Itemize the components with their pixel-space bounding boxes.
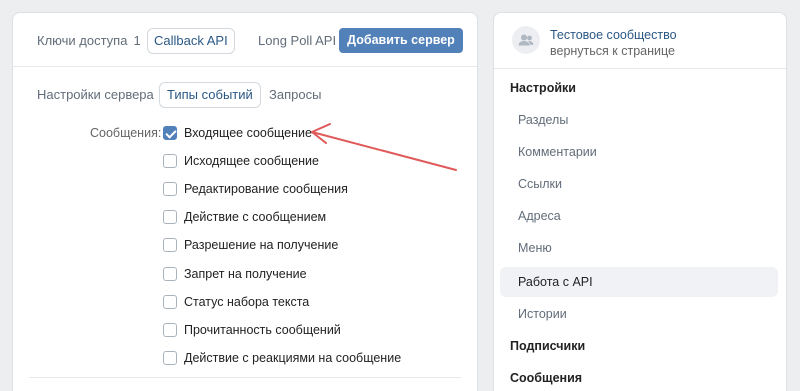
- community-header[interactable]: Тестовое сообщество вернуться к странице: [494, 13, 786, 69]
- callback-api-panel: Ключи доступа 1 Callback API Long Poll AP…: [12, 12, 478, 391]
- checkbox-unchecked[interactable]: [163, 350, 177, 365]
- add-server-button[interactable]: Добавить сервер: [339, 28, 463, 53]
- event-label: Входящее сообщение: [184, 126, 312, 140]
- sidebar-item[interactable]: Адреса: [500, 201, 778, 231]
- tab-access-keys-label: Ключи доступа: [37, 33, 128, 48]
- tab-server-settings[interactable]: Настройки сервера: [37, 82, 154, 108]
- checkbox-unchecked[interactable]: [163, 294, 177, 309]
- event-label: Исходящее сообщение: [184, 154, 319, 169]
- checkbox-unchecked[interactable]: [163, 154, 177, 169]
- tab-requests[interactable]: Запросы: [269, 82, 321, 108]
- event-checkbox-row[interactable]: Статус набора текста: [163, 293, 309, 311]
- tab-access-keys[interactable]: Ключи доступа 1: [37, 28, 141, 54]
- event-checkbox-row[interactable]: Входящее сообщение: [163, 124, 312, 142]
- sidebar-item[interactable]: Работа с API: [500, 267, 778, 297]
- tab-long-poll-api[interactable]: Long Poll API: [258, 28, 336, 54]
- event-label: Редактирование сообщения: [184, 182, 348, 197]
- checkbox-unchecked[interactable]: [163, 238, 177, 253]
- api-tabs: Ключи доступа 1 Callback API Long Poll AP…: [13, 13, 477, 67]
- back-to-page-link[interactable]: вернуться к странице: [550, 44, 675, 58]
- sidebar-item[interactable]: Истории: [500, 299, 778, 329]
- checkbox-unchecked[interactable]: [163, 322, 177, 337]
- community-name[interactable]: Тестовое сообщество: [550, 28, 677, 42]
- sidebar-item[interactable]: Сообщения: [500, 363, 778, 391]
- event-checkbox-row[interactable]: Исходящее сообщение: [163, 152, 319, 170]
- checkbox-unchecked[interactable]: [163, 182, 177, 197]
- checkbox-unchecked[interactable]: [163, 266, 177, 281]
- access-keys-count: 1: [133, 33, 141, 48]
- event-checkbox-row[interactable]: Разрешение на получение: [163, 236, 338, 254]
- tab-callback-api[interactable]: Callback API: [147, 28, 235, 54]
- event-checkbox-row[interactable]: Действие с сообщением: [163, 208, 326, 226]
- event-checkbox-row[interactable]: Запрет на получение: [163, 265, 307, 283]
- settings-sidebar: Тестовое сообщество вернуться к странице…: [493, 12, 787, 391]
- sidebar-item[interactable]: Ссылки: [500, 169, 778, 199]
- event-label: Действие с сообщением: [184, 210, 327, 225]
- sidebar-item[interactable]: Настройки: [500, 73, 778, 103]
- event-checkbox-row[interactable]: Прочитанность сообщений: [163, 321, 341, 339]
- event-label: Прочитанность сообщений: [184, 322, 341, 337]
- sidebar-item[interactable]: Меню: [500, 233, 778, 263]
- sidebar-item[interactable]: Комментарии: [500, 137, 778, 167]
- event-label: Статус набора текста: [184, 294, 310, 309]
- community-users-icon: [512, 26, 540, 54]
- event-checkbox-row[interactable]: Редактирование сообщения: [163, 180, 348, 198]
- tab-event-types[interactable]: Типы событий: [159, 82, 261, 108]
- event-checkbox-row[interactable]: Действие с реакциями на сообщение: [163, 349, 401, 367]
- checkbox-checked[interactable]: [163, 126, 177, 140]
- sidebar-item[interactable]: Разделы: [500, 105, 778, 135]
- sidebar-item[interactable]: Подписчики: [500, 331, 778, 361]
- messages-group-label: Сообщения:: [90, 126, 162, 140]
- divider: [29, 377, 461, 378]
- checkbox-unchecked[interactable]: [163, 210, 177, 225]
- event-label: Разрешение на получение: [184, 238, 339, 253]
- event-label: Действие с реакциями на сообщение: [184, 350, 402, 365]
- event-label: Запрет на получение: [184, 266, 307, 281]
